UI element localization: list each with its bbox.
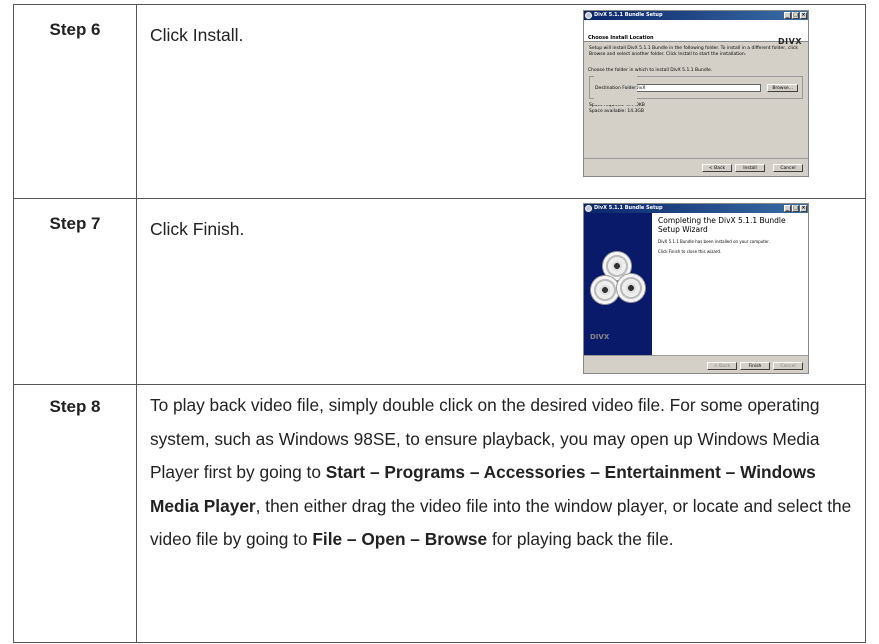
minimize-icon: _ [784,205,791,212]
window-controls: _ □ × [784,205,807,212]
browse-button: Browse... [767,84,798,92]
wizard-main-panel: Completing the DivX 5.1.1 Bundle Setup W… [652,213,808,355]
finish-button: Finish [740,361,770,370]
step-label: Step 6 [14,5,137,198]
dialog-title-bar: DivX 5.1.1 Bundle Setup _ □ × [584,11,808,20]
step-text: for playing back the file. [487,529,674,549]
steps-table: Step 6 Click Install. DivX 5.1.1 Bundle … [13,4,866,643]
dialog-title: DivX 5.1.1 Bundle Setup [594,205,663,211]
wizard-heading: Completing the DivX 5.1.1 Bundle Setup W… [658,216,786,234]
space-available: Space available: 14.3GB [589,109,644,114]
dialog-title: DivX 5.1.1 Bundle Setup [594,12,663,18]
back-button: < Back [707,361,737,370]
step-row: Step 7 Click Finish. DivX 5.1.1 Bundle S… [14,199,865,385]
install-button: Install [735,163,765,172]
disc-icon [616,273,646,303]
divx-logo: DIVX [590,333,610,341]
dialog-footer: < Back Install Cancel [584,158,808,176]
divx-logo: DIVX [778,37,802,46]
finish-dialog-screenshot: DivX 5.1.1 Bundle Setup _ □ × DIVX Compl… [583,203,809,374]
step-content: Click Finish. DivX 5.1.1 Bundle Setup _ … [137,199,865,384]
destination-folder-group: Destination Folder C:\Program Files\DivX… [589,73,803,105]
step-paragraph: To play back video file, simply double c… [150,389,857,557]
wizard-side-banner: DIVX [584,213,652,355]
menu-path: File – Open – Browse [312,529,488,549]
dialog-footer: < Back Finish Cancel [584,355,808,373]
destination-folder-legend: Destination Folder [594,73,638,105]
step-row: Step 8 To play back video file, simply d… [14,385,865,642]
close-icon: × [800,205,807,212]
cancel-button: Cancel [773,163,803,172]
divx-app-icon [585,12,592,19]
divx-app-icon [585,205,592,212]
step-label: Step 8 [14,385,137,642]
dialog-header-title: Choose Install Location [588,35,654,41]
maximize-icon: □ [792,205,799,212]
window-controls: _ □ × [784,12,807,19]
minimize-icon: _ [784,12,791,19]
step-label: Step 7 [14,199,137,384]
wizard-text: Click Finish to close this wizard. [658,249,722,254]
step-row: Step 6 Click Install. DivX 5.1.1 Bundle … [14,5,865,199]
dialog-header: Choose Install Location Choose the folde… [584,20,808,73]
cancel-button: Cancel [773,361,803,370]
install-location-dialog-screenshot: DivX 5.1.1 Bundle Setup _ □ × Choose Ins… [583,10,809,177]
dialog-title-bar: DivX 5.1.1 Bundle Setup _ □ × [584,204,808,213]
dialog-body: DIVX Completing the DivX 5.1.1 Bundle Se… [584,213,808,355]
step-content: To play back video file, simply double c… [137,385,865,642]
back-button: < Back [702,163,732,172]
maximize-icon: □ [792,12,799,19]
wizard-text: DivX 5.1.1 Bundle has been installed on … [658,239,770,244]
close-icon: × [800,12,807,19]
step-content: Click Install. DivX 5.1.1 Bundle Setup _… [137,5,865,198]
